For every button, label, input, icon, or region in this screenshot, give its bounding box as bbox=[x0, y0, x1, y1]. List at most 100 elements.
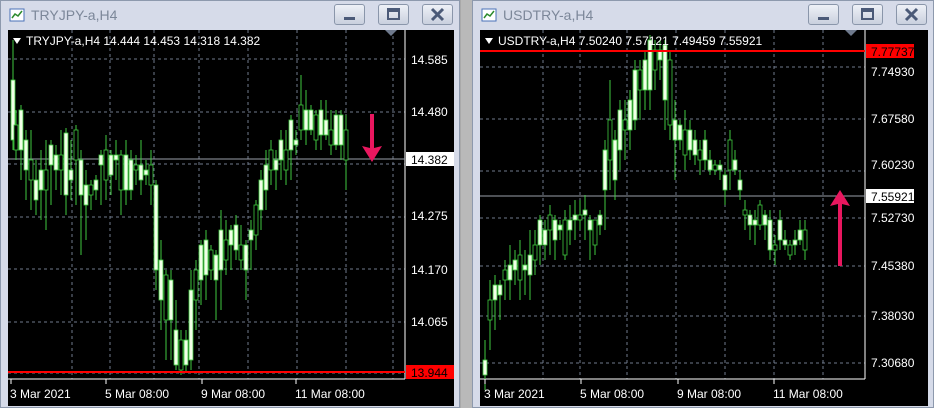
title-bar[interactable]: USDTRY-a,H4 bbox=[473, 1, 933, 29]
price-axis-label: 7.52730 bbox=[871, 211, 915, 225]
candle-bear bbox=[802, 229, 808, 251]
candle-bull bbox=[323, 119, 329, 136]
candle-bear bbox=[328, 129, 334, 146]
candle-bull bbox=[278, 139, 284, 161]
candle-bull bbox=[587, 219, 593, 231]
maximize-button[interactable] bbox=[852, 4, 883, 25]
title-bar[interactable]: TRYJPY-a,H4 bbox=[1, 1, 459, 29]
candle-bull bbox=[552, 219, 558, 241]
shift-marker-icon bbox=[845, 30, 857, 36]
arrow-up-icon bbox=[830, 190, 850, 266]
candle-bull bbox=[672, 119, 678, 141]
candle-bull bbox=[482, 359, 488, 376]
symbol-info: USDTRY-a,H4 7.50240 7.57121 7.49459 7.55… bbox=[498, 34, 763, 48]
candle-bull bbox=[597, 214, 603, 226]
price-chart[interactable]: 7.74930 7.67580 7.60230 7.52730 7.45380 7.380… bbox=[480, 30, 928, 406]
candle-bear bbox=[43, 169, 49, 191]
window-title: TRYJPY-a,H4 bbox=[31, 7, 118, 23]
candle-bull bbox=[168, 279, 174, 321]
candle-bull bbox=[233, 224, 239, 251]
candle-bear bbox=[88, 184, 94, 196]
candle-bull bbox=[303, 109, 309, 131]
minimize-button[interactable] bbox=[334, 4, 365, 25]
candle-bear bbox=[283, 149, 289, 171]
candle-bull bbox=[33, 179, 39, 201]
chart-area[interactable]: 7.74930 7.67580 7.60230 7.52730 7.45380 7.380… bbox=[480, 30, 928, 406]
candle-bull bbox=[677, 124, 683, 141]
candle-bull bbox=[308, 109, 314, 131]
candle-bull bbox=[702, 139, 708, 161]
candle-bull bbox=[542, 229, 548, 246]
candle-bull bbox=[777, 219, 783, 241]
candle-bull bbox=[273, 159, 279, 171]
window-title: USDTRY-a,H4 bbox=[503, 7, 594, 23]
candle-bull bbox=[602, 149, 608, 191]
candle-bull bbox=[288, 119, 294, 151]
candle-bull bbox=[687, 129, 693, 151]
minimize-button[interactable] bbox=[808, 4, 839, 25]
candle-bear bbox=[73, 129, 79, 161]
current-price-label: 7.55921 bbox=[871, 190, 915, 204]
candle-bull bbox=[522, 264, 528, 271]
candle-bull bbox=[632, 69, 638, 121]
close-icon bbox=[904, 7, 919, 22]
price-chart[interactable]: 14.58514.48014.27514.17014.06513.96014.3… bbox=[8, 30, 454, 406]
candle-bull bbox=[203, 239, 209, 276]
candle-bear bbox=[28, 159, 34, 181]
close-button[interactable] bbox=[422, 4, 453, 25]
time-axis-label: 11 Mar 08:00 bbox=[773, 387, 843, 401]
candle-bull bbox=[53, 154, 59, 171]
price-axis-label: 14.065 bbox=[411, 315, 448, 329]
candle-bear bbox=[652, 49, 658, 71]
candle-bear bbox=[667, 59, 673, 126]
price-axis-label: 7.38030 bbox=[871, 309, 915, 323]
chart-area[interactable]: 14.58514.48014.27514.17014.06513.96014.3… bbox=[8, 30, 454, 406]
chart-window-tryjpy[interactable]: TRYJPY-a,H4 14.585 14.480 14.275 14.170 14.0… bbox=[0, 0, 460, 408]
candle-bear bbox=[727, 139, 733, 171]
current-price-label: 14.382 bbox=[411, 153, 448, 167]
maximize-button[interactable] bbox=[378, 4, 409, 25]
candle-bull bbox=[497, 284, 503, 296]
candle-bull bbox=[612, 139, 618, 181]
candle-bull bbox=[537, 219, 543, 246]
time-axis-label: 11 Mar 08:00 bbox=[295, 387, 365, 401]
candle-bear bbox=[253, 204, 259, 236]
candle-bear bbox=[532, 244, 538, 261]
candle-bull bbox=[338, 114, 344, 146]
chart-window-usdtry[interactable]: USDTRY-a,H4 7.74930 7.67580 7.60230 7.52730… bbox=[472, 0, 934, 408]
candle-bear bbox=[193, 269, 199, 301]
candle-bull bbox=[48, 144, 54, 166]
candle-bear bbox=[103, 149, 109, 181]
candle-bull bbox=[128, 159, 134, 191]
candle-bear bbox=[148, 164, 154, 186]
candle-bear bbox=[637, 69, 643, 91]
candle-bear bbox=[238, 244, 244, 261]
candle-bear bbox=[592, 219, 598, 246]
candle-bear bbox=[787, 244, 793, 256]
candle-bull bbox=[18, 109, 24, 151]
candle-bull bbox=[557, 224, 563, 231]
candle-bull bbox=[627, 99, 633, 131]
candle-bull bbox=[752, 219, 758, 226]
candle-bull bbox=[582, 209, 588, 216]
candle-bull bbox=[248, 229, 254, 241]
candle-bull bbox=[173, 329, 179, 366]
candle-bull bbox=[218, 229, 224, 271]
candle-bull bbox=[732, 159, 738, 171]
candle-bull bbox=[158, 259, 164, 301]
time-axis-label: 9 Mar 08:00 bbox=[201, 387, 265, 401]
time-axis-label: 3 Mar 2021 bbox=[10, 387, 71, 401]
close-button[interactable] bbox=[896, 4, 927, 25]
candle-bear bbox=[178, 339, 184, 371]
candle-bear bbox=[208, 249, 214, 271]
close-icon bbox=[430, 7, 445, 22]
candle-bull bbox=[692, 139, 698, 156]
candle-bear bbox=[133, 164, 139, 171]
candle-bear bbox=[517, 254, 523, 281]
candle-bear bbox=[313, 114, 319, 141]
candle-bear bbox=[13, 124, 19, 151]
candle-bull bbox=[258, 179, 264, 211]
time-axis-label: 3 Mar 2021 bbox=[484, 387, 545, 401]
shift-marker-icon bbox=[385, 30, 397, 36]
candle-bull bbox=[108, 154, 114, 176]
